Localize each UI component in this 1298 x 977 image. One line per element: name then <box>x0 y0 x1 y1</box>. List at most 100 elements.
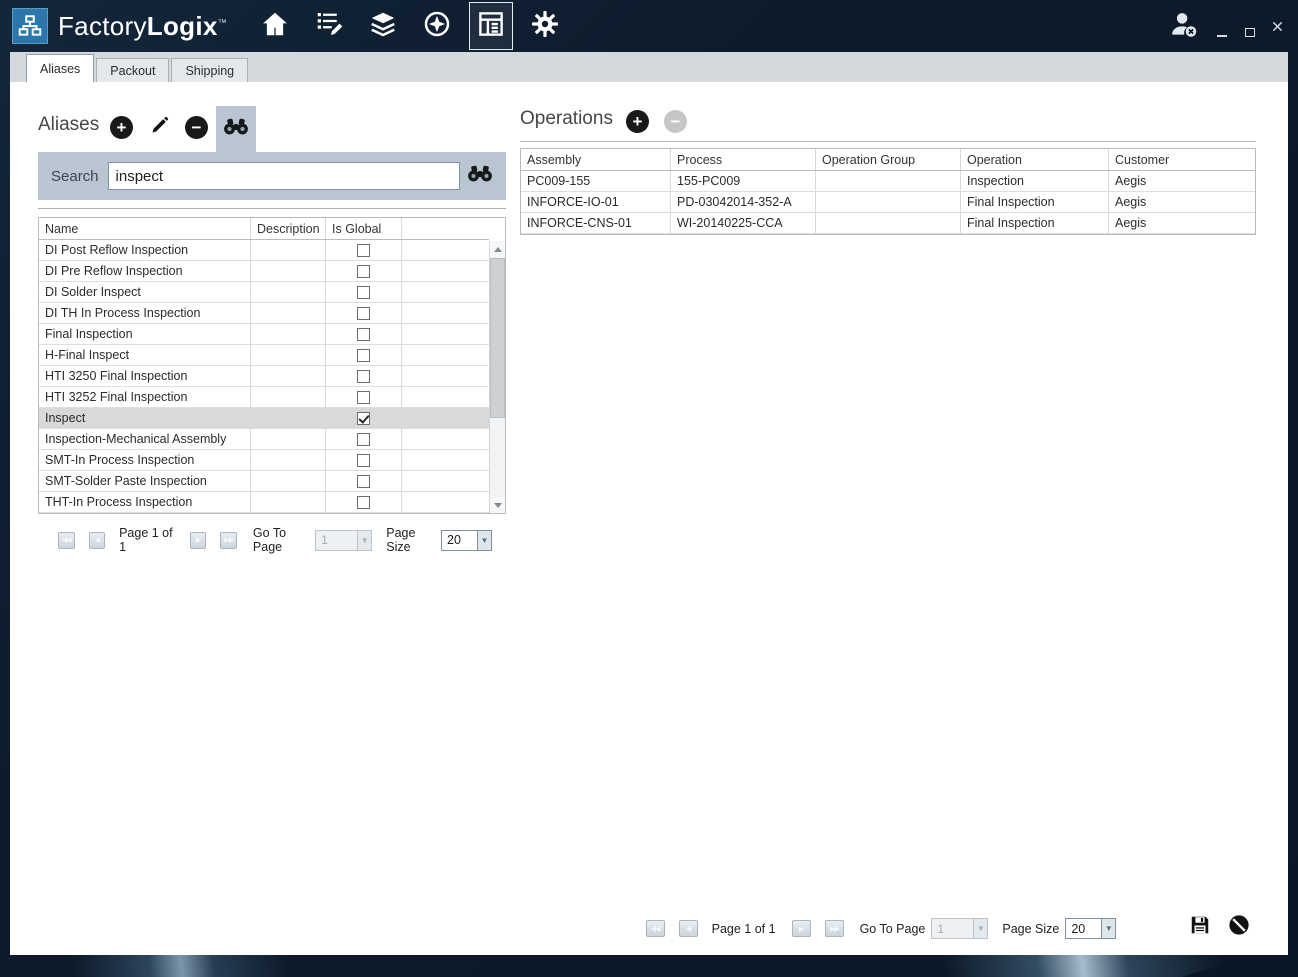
table-row[interactable]: HTI 3252 Final Inspection <box>39 387 489 408</box>
table-row[interactable]: Inspection-Mechanical Assembly <box>39 429 489 450</box>
goto-page-input[interactable] <box>315 530 357 551</box>
tab-aliases[interactable]: Aliases <box>26 54 94 82</box>
table-row[interactable]: SMT-Solder Paste Inspection <box>39 471 489 492</box>
alias-filler-cell <box>402 240 489 260</box>
column-header-filler <box>402 218 489 239</box>
nav-home-button[interactable] <box>253 4 297 48</box>
is-global-checkbox[interactable] <box>357 328 370 341</box>
table-row[interactable]: DI TH In Process Inspection <box>39 303 489 324</box>
first-page-button[interactable]: ◀◀ <box>58 532 75 549</box>
page-size-select[interactable]: 20 ▼ <box>441 530 492 551</box>
search-input[interactable] <box>108 162 460 190</box>
is-global-checkbox[interactable] <box>357 433 370 446</box>
is-global-checkbox[interactable] <box>357 496 370 509</box>
operation-remove-button-disabled[interactable]: − <box>664 110 687 133</box>
last-page-button[interactable]: ▶▶ <box>220 532 237 549</box>
alias-global-cell <box>326 429 402 449</box>
previous-page-button[interactable]: ◀ <box>679 920 698 937</box>
cancel-button[interactable] <box>1227 916 1250 939</box>
column-header-description[interactable]: Description <box>251 218 326 239</box>
column-header-is-global[interactable]: Is Global <box>326 218 402 239</box>
first-page-button[interactable]: ◀◀ <box>646 920 665 937</box>
alias-add-button[interactable]: + <box>110 116 133 139</box>
alias-remove-button[interactable]: − <box>185 116 208 139</box>
alias-name-cell: Inspection-Mechanical Assembly <box>39 429 251 449</box>
alias-description-cell <box>251 282 326 302</box>
table-row[interactable]: THT-In Process Inspection <box>39 492 489 513</box>
table-row-selected[interactable]: Inspect <box>39 408 489 429</box>
divider <box>38 208 506 209</box>
table-row[interactable]: DI Post Reflow Inspection <box>39 240 489 261</box>
operation-group-cell <box>816 192 961 212</box>
minimize-button[interactable] <box>1215 26 1228 37</box>
user-logout-button[interactable] <box>1169 9 1199 44</box>
process-cell: 155-PC009 <box>671 171 816 191</box>
titlebar: FactoryLogix™ <box>0 0 1298 52</box>
operations-actions <box>1188 916 1250 939</box>
table-row[interactable]: HTI 3250 Final Inspection <box>39 366 489 387</box>
chevron-down-icon[interactable]: ▼ <box>357 530 372 551</box>
save-button[interactable] <box>1188 916 1211 939</box>
alias-name-cell: SMT-In Process Inspection <box>39 450 251 470</box>
next-page-button[interactable]: ▶ <box>190 532 207 549</box>
table-row[interactable]: DI Pre Reflow Inspection <box>39 261 489 282</box>
nav-tracking-button[interactable] <box>415 4 459 48</box>
previous-page-button[interactable]: ◀ <box>89 532 106 549</box>
nav-process-definition-button[interactable] <box>307 4 351 48</box>
nav-settings-button[interactable] <box>523 4 567 48</box>
next-page-button[interactable]: ▶ <box>792 920 811 937</box>
is-global-checkbox[interactable] <box>357 349 370 362</box>
scroll-up-button[interactable] <box>490 241 505 257</box>
close-button[interactable] <box>1271 26 1284 37</box>
column-header-operation-group[interactable]: Operation Group <box>816 149 961 170</box>
column-header-operation[interactable]: Operation <box>961 149 1109 170</box>
scrollbar-thumb[interactable] <box>490 258 505 418</box>
vertical-scrollbar[interactable] <box>489 241 505 513</box>
table-row[interactable]: H-Final Inspect <box>39 345 489 366</box>
last-page-button[interactable]: ▶▶ <box>825 920 844 937</box>
scroll-down-button[interactable] <box>490 497 505 513</box>
is-global-checkbox[interactable] <box>357 265 370 278</box>
chevron-down-icon[interactable]: ▼ <box>973 918 988 939</box>
nav-reports-button-active[interactable] <box>469 2 513 50</box>
is-global-checkbox[interactable] <box>357 391 370 404</box>
is-global-checkbox[interactable] <box>357 370 370 383</box>
nav-materials-button[interactable] <box>361 4 405 48</box>
alias-name-cell: THT-In Process Inspection <box>39 492 251 512</box>
app-brand: FactoryLogix™ <box>58 11 227 42</box>
alias-global-cell <box>326 492 402 512</box>
is-global-checkbox[interactable] <box>357 307 370 320</box>
tab-packout[interactable]: Packout <box>96 58 169 82</box>
operation-add-button[interactable]: + <box>626 110 649 133</box>
column-header-name[interactable]: Name <box>39 218 251 239</box>
table-row[interactable]: Final Inspection <box>39 324 489 345</box>
alias-global-cell <box>326 450 402 470</box>
chevron-down-icon[interactable]: ▼ <box>1101 918 1116 939</box>
is-global-checkbox[interactable] <box>357 475 370 488</box>
column-header-customer[interactable]: Customer <box>1109 149 1255 170</box>
goto-page-control: ▼ <box>315 530 372 551</box>
checklist-pencil-icon <box>314 9 344 44</box>
is-global-checkbox[interactable] <box>357 412 370 425</box>
table-row[interactable]: INFORCE-IO-01 PD-03042014-352-A Final In… <box>521 192 1255 213</box>
table-row[interactable]: DI Solder Inspect <box>39 282 489 303</box>
goto-page-input[interactable] <box>931 918 973 939</box>
maximize-button[interactable] <box>1243 26 1256 37</box>
column-header-process[interactable]: Process <box>671 149 816 170</box>
search-submit-button[interactable] <box>467 165 493 187</box>
column-header-assembly[interactable]: Assembly <box>521 149 671 170</box>
is-global-checkbox[interactable] <box>357 244 370 257</box>
alias-edit-button[interactable] <box>148 116 171 139</box>
is-global-checkbox[interactable] <box>357 454 370 467</box>
table-row[interactable]: INFORCE-CNS-01 WI-20140225-CCA Final Ins… <box>521 213 1255 234</box>
page-size-select[interactable]: 20 ▼ <box>1065 918 1116 939</box>
alias-search-toggle-button[interactable] <box>216 106 256 152</box>
close-icon <box>1272 19 1283 37</box>
table-row[interactable]: PC009-155 155-PC009 Inspection Aegis <box>521 171 1255 192</box>
tab-shipping[interactable]: Shipping <box>171 58 248 82</box>
chevron-down-icon[interactable]: ▼ <box>477 530 492 551</box>
alias-global-cell <box>326 387 402 407</box>
assembly-cell: INFORCE-CNS-01 <box>521 213 671 233</box>
is-global-checkbox[interactable] <box>357 286 370 299</box>
table-row[interactable]: SMT-In Process Inspection <box>39 450 489 471</box>
